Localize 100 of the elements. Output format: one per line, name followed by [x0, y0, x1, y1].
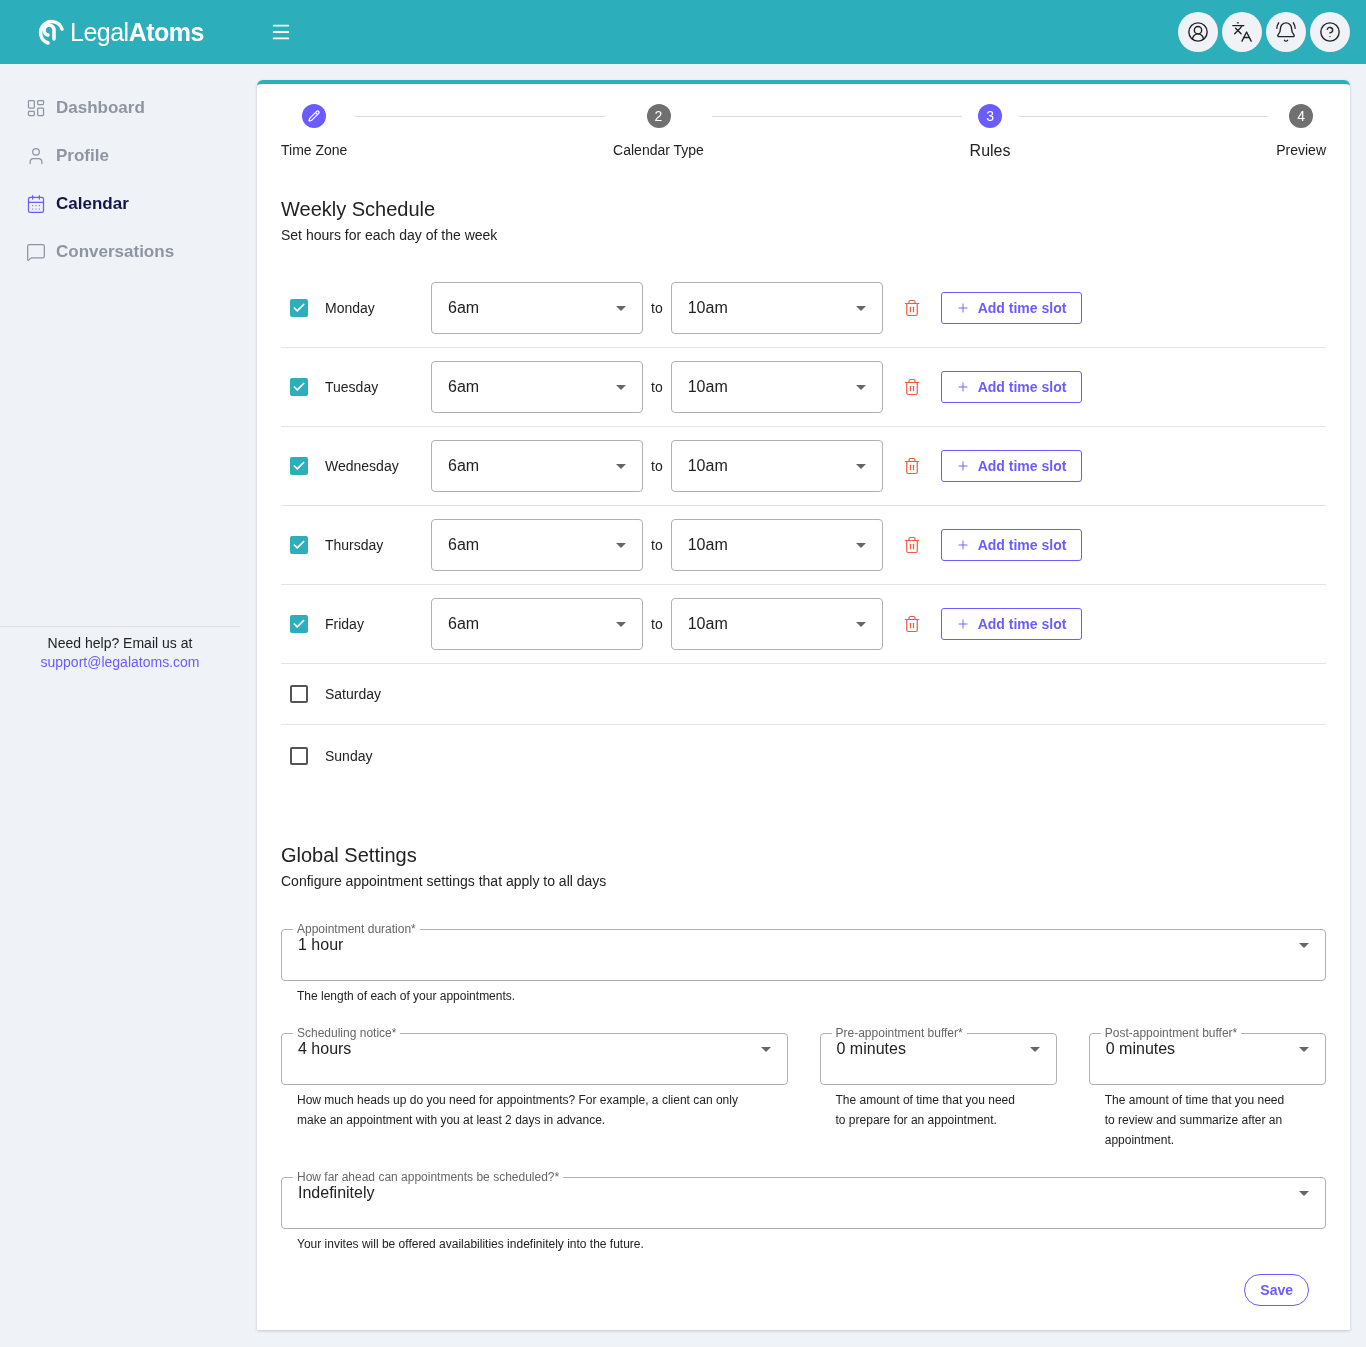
helper-text: The amount of time that you need to prepare for an appointment.: [835, 1092, 1016, 1129]
field-label: Post-appointment buffer*: [1103, 1026, 1239, 1040]
check-icon: [292, 301, 306, 315]
to-label: to: [651, 537, 663, 553]
translate-button[interactable]: [1222, 12, 1262, 52]
step-label: Preview: [1276, 142, 1326, 158]
check-icon: [292, 459, 306, 473]
end-time-select[interactable]: 10am: [670, 519, 883, 571]
day-checkbox[interactable]: [290, 685, 308, 703]
to-label: to: [651, 300, 663, 316]
caret-icon: [616, 463, 626, 469]
plus-icon: [955, 617, 970, 631]
field-label: Scheduling notice*: [296, 1026, 398, 1040]
translate-icon: [1231, 21, 1253, 43]
helper-text: The length of each of your appointments.: [297, 988, 517, 1005]
add-time-slot-button[interactable]: Add time slot: [940, 371, 1082, 403]
select-field[interactable]: How far ahead can appointments be scheduled?* Indefinitely: [281, 1170, 1326, 1229]
field-label: Appointment duration*: [296, 922, 417, 936]
start-time-select[interactable]: 6am: [431, 282, 643, 334]
add-time-slot-button[interactable]: Add time slot: [940, 529, 1082, 561]
day-label: Monday: [325, 300, 376, 316]
caret-icon: [1029, 1046, 1040, 1052]
select-field[interactable]: Appointment duration* 1 hour: [281, 922, 1326, 981]
day-checkbox[interactable]: [290, 378, 308, 396]
bell-icon: [1275, 21, 1297, 43]
check-icon: [292, 617, 306, 631]
delete-button[interactable]: [902, 457, 921, 475]
day-checkbox[interactable]: [290, 536, 308, 554]
caret-icon: [855, 305, 866, 311]
plus-icon: [955, 301, 970, 315]
to-label: to: [651, 616, 663, 632]
end-time-select[interactable]: 10am: [670, 282, 883, 334]
section-title: Global Settings: [281, 844, 418, 867]
section-subtitle: Configure appointment settings that apply to all days: [281, 873, 608, 889]
support-email-link[interactable]: support@legalatoms.com: [40, 654, 200, 670]
caret-icon: [616, 621, 626, 627]
plus-icon: [955, 380, 970, 394]
caret-icon: [1299, 1046, 1309, 1052]
day-checkbox[interactable]: [290, 615, 308, 633]
section-subtitle: Set hours for each day of the week: [281, 227, 499, 243]
start-time-select[interactable]: 6am: [431, 440, 643, 492]
help-button[interactable]: [1310, 12, 1350, 52]
day-label: Tuesday: [325, 379, 380, 395]
day-checkbox[interactable]: [290, 746, 308, 765]
help-icon: [1319, 21, 1341, 43]
day-label: Thursday: [325, 537, 385, 553]
start-time-select[interactable]: 6am: [431, 598, 643, 650]
chat-icon: [26, 242, 46, 262]
day-label: Friday: [325, 616, 365, 632]
day-label: Sunday: [325, 747, 374, 764]
pencil-icon: [308, 110, 321, 122]
caret-icon: [855, 463, 866, 469]
delete-button[interactable]: [902, 299, 921, 317]
delete-button[interactable]: [902, 615, 921, 633]
end-time-select[interactable]: 10am: [670, 440, 883, 492]
end-time-select[interactable]: 10am: [670, 361, 883, 413]
help-text: Need help? Email us at: [47, 635, 193, 651]
add-time-slot-button[interactable]: Add time slot: [940, 292, 1082, 324]
helper-text: Your invites will be offered availabilities indefinitely into the future.: [297, 1236, 645, 1253]
caret-icon: [855, 542, 866, 548]
field-label: How far ahead can appointments be scheduled?*: [296, 1170, 561, 1184]
logo-icon: [36, 17, 66, 47]
day-label: Saturday: [325, 686, 383, 702]
caret-icon: [1299, 1190, 1309, 1196]
delete-button[interactable]: [902, 536, 921, 554]
caret-icon: [616, 542, 626, 548]
plus-icon: [955, 538, 970, 552]
select-field[interactable]: Pre-appointment buffer* 0 minutes: [819, 1026, 1057, 1085]
start-time-select[interactable]: 6am: [431, 519, 643, 571]
notifications-button[interactable]: [1266, 12, 1306, 52]
trash-icon: [902, 457, 921, 475]
field-label: Pre-appointment buffer*: [834, 1026, 964, 1040]
check-icon: [292, 380, 306, 394]
add-time-slot-button[interactable]: Add time slot: [940, 450, 1082, 482]
step-indicator: 3: [978, 104, 1003, 128]
helper-text: How much heads up do you need for appointments? For example, a client can only make an appointment with you at least 2 days in advance.: [297, 1092, 739, 1129]
section-title: Weekly Schedule: [281, 198, 437, 221]
select-field[interactable]: Post-appointment buffer* 0 minutes: [1088, 1026, 1326, 1085]
start-time-select[interactable]: 6am: [431, 361, 643, 413]
delete-button[interactable]: [902, 378, 921, 396]
sidebar-item[interactable]: Calendar: [0, 180, 240, 228]
plus-icon: [955, 459, 970, 473]
day-checkbox[interactable]: [290, 457, 308, 475]
end-time-select[interactable]: 10am: [670, 598, 883, 650]
trash-icon: [902, 299, 921, 317]
caret-icon: [855, 384, 866, 390]
user-circle-icon: [1187, 21, 1209, 43]
account-button[interactable]: [1178, 12, 1218, 52]
caret-icon: [616, 305, 626, 311]
trash-icon: [902, 378, 921, 396]
caret-icon: [855, 621, 866, 627]
step-label: Calendar Type: [613, 142, 704, 158]
check-icon: [292, 538, 306, 552]
save-button[interactable]: Save: [1244, 1274, 1309, 1306]
to-label: to: [651, 458, 663, 474]
day-checkbox[interactable]: [290, 299, 308, 317]
select-field[interactable]: Scheduling notice* 4 hours: [281, 1026, 788, 1085]
add-time-slot-button[interactable]: Add time slot: [940, 608, 1082, 640]
step-label: Time Zone: [281, 142, 348, 158]
step-indicator: 4: [1289, 104, 1314, 128]
